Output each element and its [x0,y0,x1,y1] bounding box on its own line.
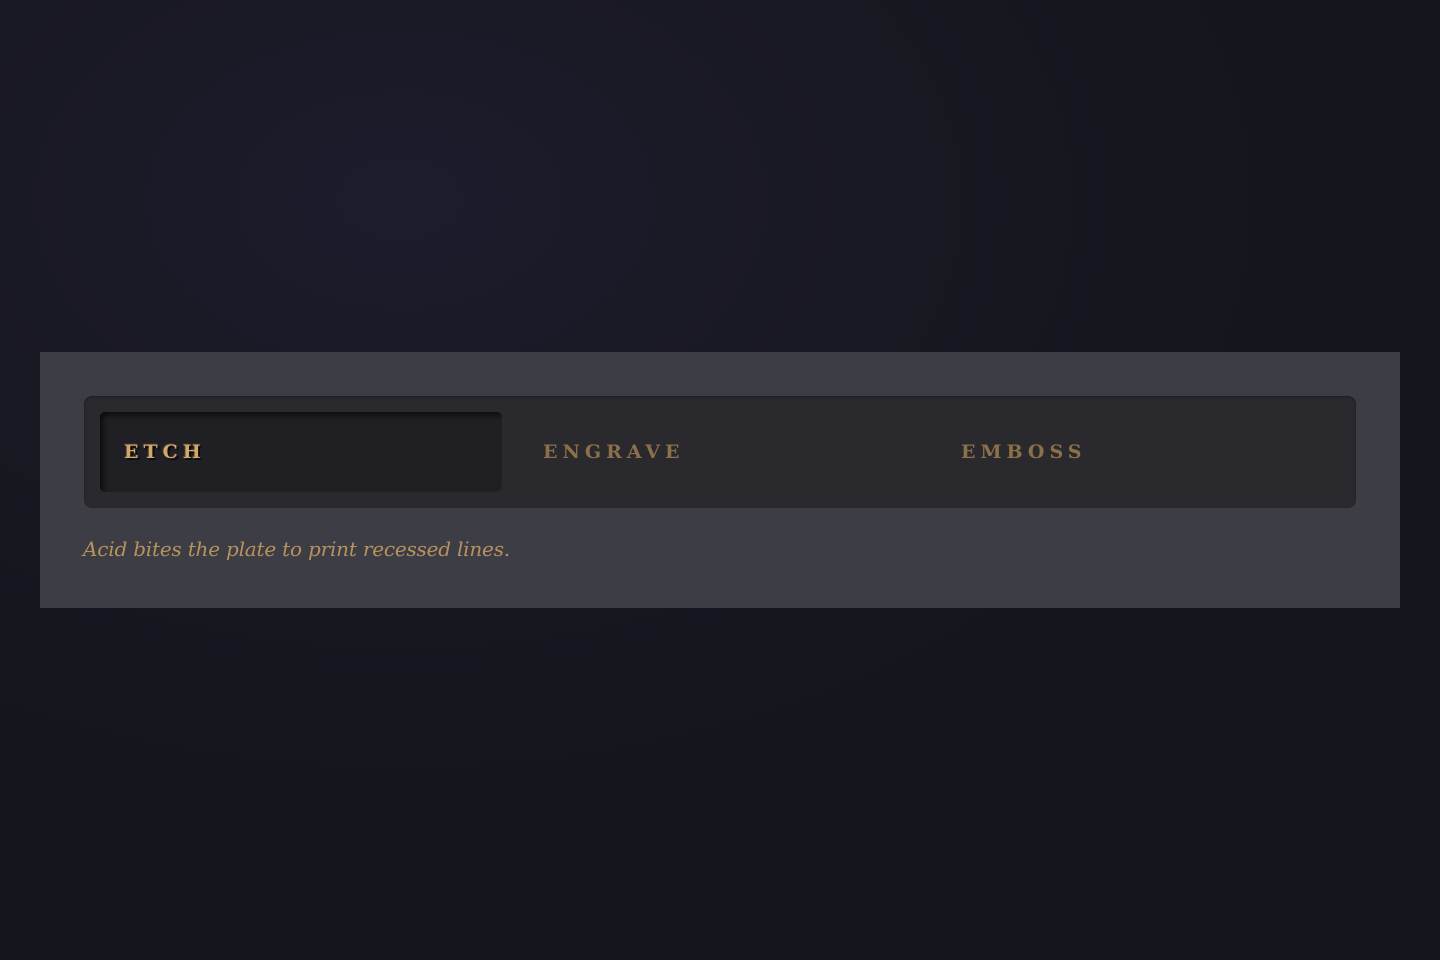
tab-emboss-label: EMBOSS [961,441,1087,463]
tab-emboss[interactable]: EMBOSS [937,412,1339,492]
tab-description: Acid bites the plate to print recessed l… [83,537,510,561]
tab-engrave-label: ENGRAVE [543,441,685,463]
tab-etch[interactable]: ETCH [100,412,502,492]
tab-bar: ETCH ENGRAVE EMBOSS [84,396,1356,508]
tab-engrave[interactable]: ENGRAVE [519,412,921,492]
tab-etch-label: ETCH [124,441,206,463]
technique-panel: ETCH ENGRAVE EMBOSS Acid bites the plate… [40,352,1400,608]
